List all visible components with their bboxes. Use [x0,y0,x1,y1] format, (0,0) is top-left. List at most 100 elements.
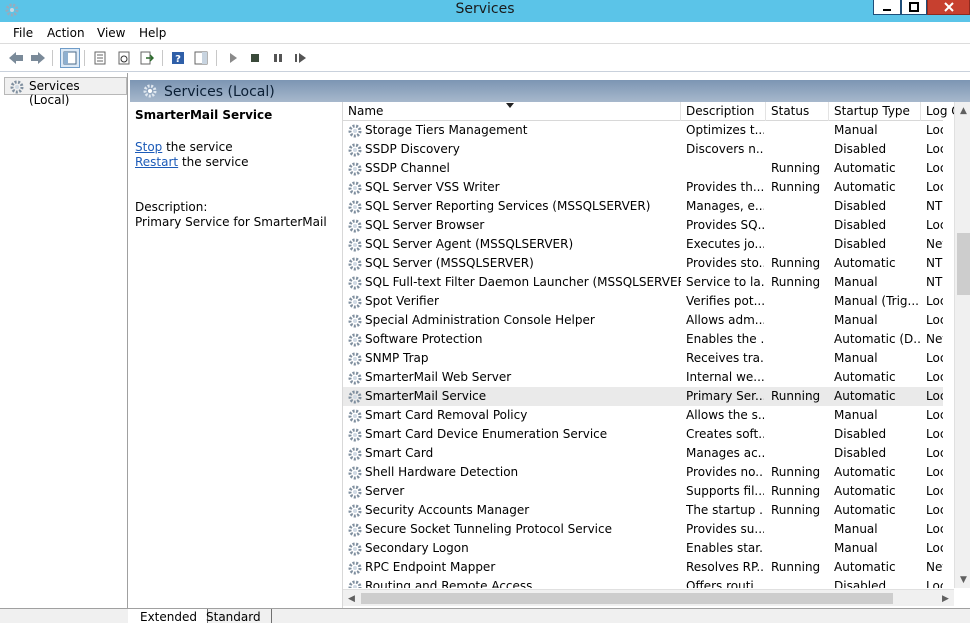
table-row[interactable]: SQL Full-text Filter Daemon Launcher (MS… [343,273,943,292]
table-row[interactable]: SmarterMail Service Primary Ser... Running… [343,387,943,406]
table-row[interactable]: Server Supports fil... Running Automatic Loc… [343,482,943,501]
stop-service-link[interactable]: Stop [135,140,162,154]
service-log-on-cell: Local [926,522,943,536]
table-row[interactable]: Secondary Logon Enables star... Manual Loca… [343,539,943,558]
service-status-cell: Running [771,465,821,479]
table-row[interactable]: Shell Hardware Detection Provides no... Ru… [343,463,943,482]
vertical-scrollbar[interactable]: ▲ ▼ [954,102,970,588]
table-row[interactable]: Smart Card Manages ac... Disabled Local [343,444,943,463]
table-row[interactable]: SmarterMail Web Server Internal we... Auto… [343,368,943,387]
table-row[interactable]: SQL Server VSS Writer Provides th... Runni… [343,178,943,197]
maximize-button[interactable] [901,0,927,15]
service-log-on-cell: Local [926,465,943,479]
service-log-on-cell: Local [926,180,943,194]
service-status-cell [771,349,831,368]
column-header-startup-type[interactable]: Startup Type [829,102,921,121]
properties-button[interactable] [90,48,110,68]
service-name-cell: Spot Verifier [347,292,681,311]
service-name-cell: Smart Card Device Enumeration Service [347,425,681,444]
restart-line: Restart the service [135,155,248,169]
vertical-scroll-thumb[interactable] [957,233,970,295]
service-status-cell [771,121,831,140]
service-startup-type-cell: Disabled [834,427,887,441]
tree-item-services-local[interactable]: Services (Local) [4,77,127,107]
gear-icon [347,294,363,311]
service-log-on-cell: Local [926,389,943,403]
gear-icon [347,256,363,273]
restart-service-link[interactable]: Restart [135,155,178,169]
table-row[interactable]: Special Administration Console Helper All… [343,311,943,330]
service-description-cell: Provides SQ... [686,218,764,232]
close-button[interactable] [927,0,970,15]
gear-icon [347,408,363,425]
play-icon [230,53,237,63]
table-row[interactable]: SQL Server Browser Provides SQ... Disabled… [343,216,943,235]
column-header-status[interactable]: Status [766,102,829,121]
table-row[interactable]: RPC Endpoint Mapper Resolves RP... Running… [343,558,943,577]
scroll-left-arrow-icon[interactable]: ◀ [343,590,360,607]
service-log-on-cell: Local [926,484,943,498]
pause-service-button[interactable] [268,48,288,68]
service-description-cell: Provides th... [686,180,764,194]
table-row[interactable]: SQL Server (MSSQLSERVER) Provides sto... R… [343,254,943,273]
service-status-cell: Running [771,180,821,194]
table-row[interactable]: SNMP Trap Receives tra... Manual Local [343,349,943,368]
service-name-cell: Special Administration Console Helper [347,311,681,330]
service-name-cell: Storage Tiers Management [347,121,681,140]
table-row[interactable]: Routing and Remote Access Offers routi...… [343,577,943,588]
back-button[interactable] [6,48,26,68]
table-row[interactable]: Storage Tiers Management Optimizes t... Ma… [343,121,943,140]
table-row[interactable]: Security Accounts Manager The startup ...… [343,501,943,520]
table-row[interactable]: Smart Card Device Enumeration Service Cre… [343,425,943,444]
table-row[interactable]: SQL Server Reporting Services (MSSQLSERV… [343,197,943,216]
title-bar: Services [0,0,970,22]
minimize-button[interactable] [873,0,901,15]
horizontal-scrollbar[interactable]: ◀ ▶ [343,589,954,606]
service-name-cell: Server [347,482,681,501]
menu-file[interactable]: File [13,26,33,40]
service-startup-type-cell: Disabled [834,199,887,213]
service-status-cell [771,444,831,463]
service-name-cell: SQL Server (MSSQLSERVER) [347,254,681,273]
table-row[interactable]: Spot Verifier Verifies pot... Manual (Trig… [343,292,943,311]
help-button[interactable]: ? [168,48,188,68]
forward-button[interactable] [28,48,48,68]
service-startup-type-cell: Disabled [834,446,887,460]
menu-action[interactable]: Action [47,26,85,40]
list-header: Name Description Status Startup Type Log… [343,102,961,121]
stop-service-button[interactable] [245,48,265,68]
close-icon [943,2,954,12]
scroll-right-arrow-icon[interactable]: ▶ [937,590,954,607]
table-row[interactable]: SQL Server Agent (MSSQLSERVER) Executes j… [343,235,943,254]
export-list-button[interactable] [137,48,157,68]
selected-service-name: SmarterMail Service [135,108,273,122]
table-row[interactable]: SSDP Discovery Discovers n... Disabled Loca… [343,140,943,159]
show-hide-console-tree-button[interactable] [60,48,80,68]
scroll-down-arrow-icon[interactable]: ▼ [955,571,970,588]
table-row[interactable]: Software Protection Enables the ... Automa… [343,330,943,349]
table-row[interactable]: SSDP Channel Running Automatic Local [343,159,943,178]
service-log-on-cell: Local [926,408,943,422]
service-log-on-cell: Local [926,370,943,384]
tab-standard[interactable]: Standard [194,609,272,623]
horizontal-scroll-thumb[interactable] [361,593,893,604]
service-description-cell: Manages ac... [686,446,764,460]
restart-suffix: the service [178,155,249,169]
service-description-cell: Verifies pot... [686,294,764,308]
gear-icon [347,522,363,539]
restart-service-button[interactable] [291,48,311,68]
service-status-cell: Running [771,256,821,270]
gear-icon [347,503,363,520]
menu-help[interactable]: Help [139,26,166,40]
pane-header: Services (Local) [130,80,970,102]
start-service-button[interactable] [223,48,243,68]
menu-view[interactable]: View [97,26,125,40]
table-row[interactable]: Smart Card Removal Policy Allows the s...… [343,406,943,425]
table-row[interactable]: Secure Socket Tunneling Protocol Service… [343,520,943,539]
column-header-description[interactable]: Description [681,102,766,121]
show-hide-action-pane-button[interactable] [191,48,211,68]
gear-icon [347,180,363,197]
refresh-button[interactable] [114,48,134,68]
scroll-up-arrow-icon[interactable]: ▲ [955,102,970,119]
column-header-name[interactable]: Name [343,102,681,121]
